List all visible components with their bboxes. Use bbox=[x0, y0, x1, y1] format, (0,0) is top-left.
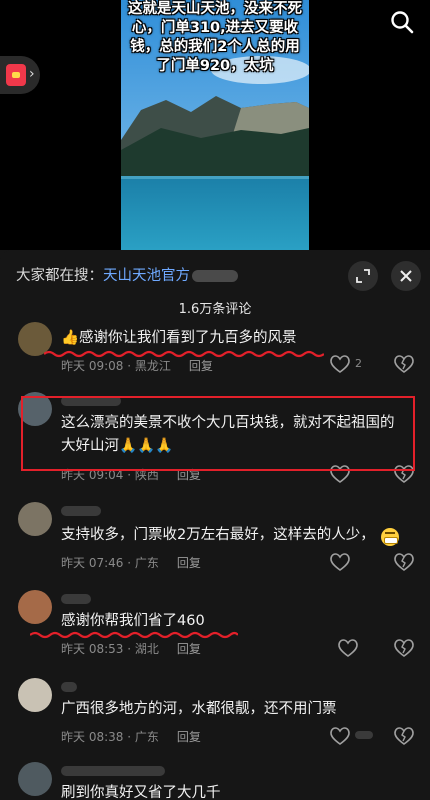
close-icon bbox=[400, 270, 412, 282]
comment-time: 昨天 08:38 bbox=[61, 730, 124, 744]
heart-icon[interactable] bbox=[329, 552, 351, 572]
comment-text: 👍感谢你让我们看到了九百多的风景 bbox=[61, 330, 297, 346]
heart-icon[interactable] bbox=[329, 726, 351, 746]
reply-button[interactable]: 回复 bbox=[177, 556, 201, 570]
comment-text: 广西很多地方的河，水都很靓，还不用门票 bbox=[61, 701, 337, 717]
expand-icon bbox=[356, 269, 370, 283]
comment-location: 广东 bbox=[134, 730, 159, 744]
blurred-username bbox=[61, 682, 77, 692]
close-button[interactable] bbox=[391, 261, 421, 291]
comment-location: 黑龙江 bbox=[134, 359, 171, 373]
comment-location: 湖北 bbox=[134, 642, 159, 656]
avatar[interactable] bbox=[18, 678, 52, 712]
comment-time: 昨天 09:08 bbox=[61, 359, 124, 373]
heart-icon[interactable] bbox=[329, 354, 351, 374]
broken-heart-icon[interactable] bbox=[394, 726, 414, 746]
broken-heart-icon[interactable] bbox=[394, 638, 414, 658]
red-underline bbox=[30, 631, 238, 639]
comment-text: 支持收多，门票收2万左右最好，这样去的人少， bbox=[61, 524, 381, 547]
video-area[interactable]: 这就是天山天池，没来不死心，门单310,进去又要收钱，总的我们2个人总的用了门单… bbox=[0, 0, 430, 250]
heart-icon[interactable] bbox=[337, 638, 359, 658]
comment-text: 刷到你真好又省了大几千 bbox=[61, 785, 221, 800]
red-packet-icon bbox=[6, 64, 26, 86]
comment-item: 支持收多，门票收2万左右最好，这样去的人少， 昨天 07:46 · 广东 回复 bbox=[0, 502, 430, 572]
search-icon bbox=[391, 11, 414, 34]
comment-item: 👍感谢你让我们看到了九百多的风景 昨天 09:08 · 黑龙江 回复 2 bbox=[0, 320, 430, 380]
blurred-text bbox=[192, 270, 238, 282]
comment-text: 感谢你帮我们省了460 bbox=[61, 613, 205, 629]
comment-meta: 昨天 08:53 · 湖北 回复 bbox=[61, 642, 201, 656]
trending-search[interactable]: 大家都在搜：天山天池官方 bbox=[16, 265, 238, 287]
comment-item: 感谢你帮我们省了460 昨天 08:53 · 湖北 回复 bbox=[0, 588, 430, 658]
reply-button[interactable]: 回复 bbox=[189, 359, 213, 373]
highlight-box bbox=[21, 396, 415, 471]
comment-text-content: 支持收多，门票收2万左右最好，这样去的人少， bbox=[61, 527, 375, 543]
comment-time: 昨天 07:46 bbox=[61, 556, 124, 570]
chevron-right-icon: › bbox=[29, 66, 35, 82]
comment-meta: 昨天 07:46 · 广东 回复 bbox=[61, 556, 201, 570]
comment-sheet: 大家都在搜：天山天池官方 1.6万条评论 👍感谢你让我们看到了九百多的风景 昨天… bbox=[0, 250, 430, 800]
blurred-username bbox=[61, 594, 91, 604]
avatar[interactable] bbox=[18, 590, 52, 624]
like-count: 2 bbox=[355, 357, 362, 370]
comment-count: 1.6万条评论 bbox=[178, 302, 252, 317]
trending-search-label: 大家都在搜： bbox=[16, 268, 103, 284]
blurred-username bbox=[61, 506, 101, 516]
red-packet-tab[interactable]: › bbox=[0, 56, 40, 94]
expand-button[interactable] bbox=[348, 261, 378, 291]
comment-time: 昨天 08:53 bbox=[61, 642, 124, 656]
trending-search-term[interactable]: 天山天池官方 bbox=[103, 268, 190, 284]
blurred-like-count bbox=[355, 731, 373, 739]
comment-meta: 昨天 08:38 · 广东 回复 bbox=[61, 730, 201, 744]
comment-item: 广西很多地方的河，水都很靓，还不用门票 昨天 08:38 · 广东 回复 bbox=[0, 678, 430, 748]
video-caption: 这就是天山天池，没来不死心，门单310,进去又要收钱，总的我们2个人总的用了门单… bbox=[128, 1, 302, 74]
avatar[interactable] bbox=[18, 502, 52, 536]
broken-heart-icon[interactable] bbox=[394, 552, 414, 572]
comment-location: 广东 bbox=[134, 556, 159, 570]
reply-button[interactable]: 回复 bbox=[177, 642, 201, 656]
broken-heart-icon[interactable] bbox=[394, 354, 414, 374]
video-frame[interactable]: 这就是天山天池，没来不死心，门单310,进去又要收钱，总的我们2个人总的用了门单… bbox=[121, 0, 309, 250]
comment-item: 刷到你真好又省了大几千 bbox=[0, 762, 430, 800]
comment-meta: 昨天 09:08 · 黑龙江 回复 bbox=[61, 359, 213, 373]
search-button[interactable] bbox=[389, 9, 415, 35]
blurred-username bbox=[61, 766, 165, 776]
avatar[interactable] bbox=[18, 762, 52, 796]
grin-emoji-icon bbox=[381, 528, 399, 546]
reply-button[interactable]: 回复 bbox=[177, 730, 201, 744]
